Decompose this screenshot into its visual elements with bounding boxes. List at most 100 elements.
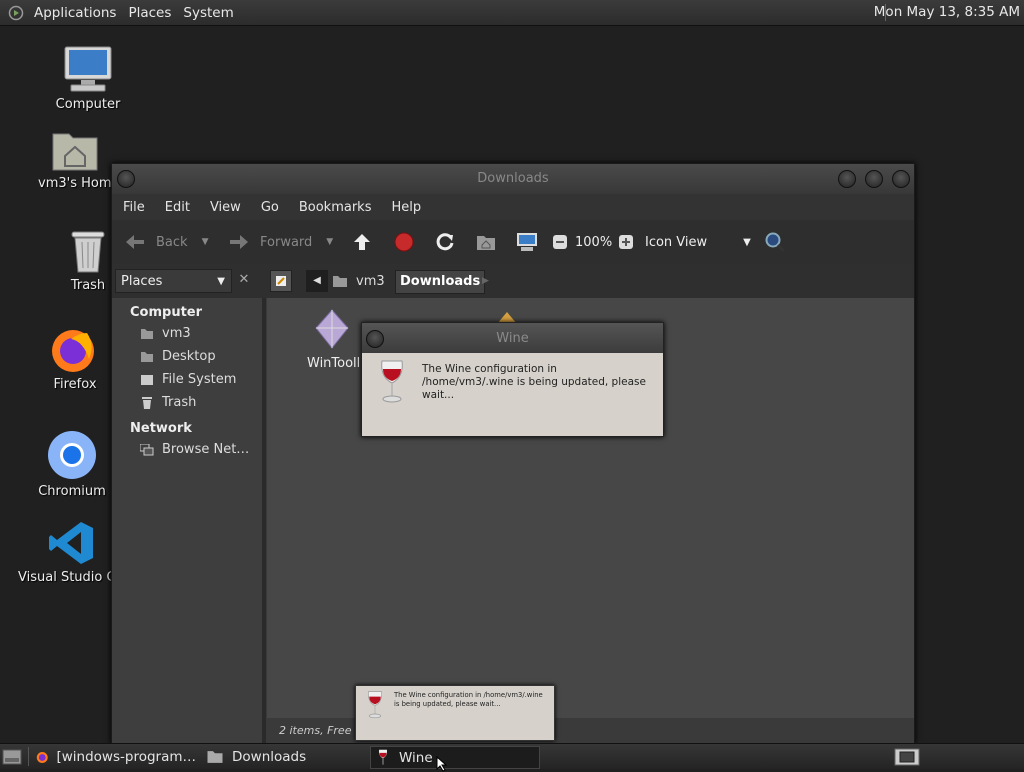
sidebar-item-file-system[interactable]: File System <box>112 368 262 391</box>
bottom-taskbar: [windows-program… Downloads Wine <box>0 743 1024 772</box>
reload-button[interactable] <box>435 220 455 264</box>
edit-pencil-icon <box>276 276 286 286</box>
close-button[interactable] <box>892 170 910 188</box>
menu-bookmarks[interactable]: Bookmarks <box>299 200 372 215</box>
places-sidebar: Computer vm3 Desktop File System Trash N… <box>112 298 266 744</box>
menu-go[interactable]: Go <box>261 200 279 215</box>
top-panel: Applications Places System Mon May 13, 8… <box>0 0 1024 26</box>
sidebar-item-desktop[interactable]: Desktop <box>112 345 262 368</box>
menu-file[interactable]: File <box>123 200 145 215</box>
zoom-out-button[interactable] <box>552 220 568 264</box>
task-label: [windows-program… <box>56 748 196 765</box>
window-titlebar[interactable]: Downloads <box>112 164 914 194</box>
sidebar-heading-computer: Computer <box>130 305 203 320</box>
desktop-icon-computer[interactable]: Computer <box>38 45 138 112</box>
firefox-icon <box>52 330 94 372</box>
breadcrumb-item-vm3[interactable]: vm3 <box>332 270 385 292</box>
menu-help[interactable]: Help <box>391 200 421 215</box>
up-button[interactable] <box>352 220 372 264</box>
up-arrow-icon <box>354 234 370 250</box>
gnome-foot-icon[interactable] <box>8 5 24 21</box>
menu-edit[interactable]: Edit <box>165 200 190 215</box>
task-button-downloads[interactable]: Downloads <box>206 746 366 767</box>
view-mode-label: Icon View <box>645 234 708 250</box>
sidebar-item-browse-network[interactable]: Browse Net… <box>112 438 262 461</box>
sidebar-heading-network: Network <box>130 421 192 436</box>
window-menu-button[interactable] <box>366 330 384 348</box>
forward-arrow-icon <box>230 235 248 249</box>
computer-icon <box>517 233 537 251</box>
chromium-icon <box>48 431 96 479</box>
desktop-icon-label: Firefox <box>53 377 97 392</box>
sidebar-item-trash[interactable]: Trash <box>112 391 262 414</box>
wine-glass-icon <box>381 360 403 403</box>
computer-button[interactable] <box>516 220 538 264</box>
task-preview-tooltip: The Wine configuration in /home/vm3/.win… <box>355 685 555 741</box>
breadcrumb-item-downloads[interactable]: Downloads <box>395 270 486 294</box>
home-folder-icon <box>52 133 98 171</box>
menu-view[interactable]: View <box>210 200 241 215</box>
firefox-icon <box>36 751 48 763</box>
breadcrumb-left-arrow[interactable]: ◀ <box>306 270 328 292</box>
trash-icon <box>142 396 152 409</box>
desktop-icon-label: Visual Studio Code <box>18 570 112 585</box>
zoom-in-icon <box>619 235 633 249</box>
desktop-icon-vscode[interactable]: Visual Studio Code <box>18 520 112 585</box>
forward-button[interactable]: Forward ▼ <box>228 220 333 264</box>
clock[interactable]: Mon May 13, 8:35 AM <box>874 4 1020 20</box>
view-mode-select[interactable]: Icon View ▼ <box>645 220 751 264</box>
chevron-down-icon: ▼ <box>743 236 751 248</box>
system-menu[interactable]: System <box>183 5 233 21</box>
desktop-icon-chromium[interactable]: Chromium <box>22 430 122 499</box>
back-button[interactable]: Back ▼ <box>124 220 208 264</box>
back-history-dropdown[interactable]: ▼ <box>202 237 209 247</box>
workspace-icon <box>894 748 920 765</box>
wine-dialog: Wine The Wine configuration in /home/vm3… <box>361 322 664 437</box>
home-icon <box>477 236 495 250</box>
toolbar: Back ▼ Forward ▼ 100% Icon View ▼ <box>112 220 914 265</box>
drive-icon <box>141 374 153 385</box>
sidebar-type-label: Places <box>121 273 163 289</box>
stop-button[interactable] <box>394 220 414 264</box>
window-menu-button[interactable] <box>117 170 135 188</box>
reload-icon <box>436 233 454 251</box>
zoom-out-icon <box>553 235 567 249</box>
forward-history-dropdown[interactable]: ▼ <box>326 237 333 247</box>
show-desktop-button[interactable] <box>2 746 24 767</box>
dialog-titlebar[interactable]: Wine <box>362 323 663 353</box>
home-button[interactable] <box>476 220 496 264</box>
zoom-level: 100% <box>575 234 613 250</box>
minimize-button[interactable] <box>838 170 856 188</box>
task-button-firefox[interactable]: [windows-program… <box>36 746 196 767</box>
search-button[interactable] <box>764 220 786 264</box>
breadcrumb-label: vm3 <box>356 273 385 289</box>
zoom-in-button[interactable] <box>618 220 634 264</box>
dialog-message: The Wine configuration in /home/vm3/.win… <box>422 363 646 401</box>
wine-glass-icon <box>378 749 388 765</box>
chevron-down-icon: ▼ <box>217 275 225 287</box>
home-folder-icon <box>333 276 347 287</box>
desktop-icon-firefox[interactable]: Firefox <box>38 325 112 392</box>
sidebar-item-label: Trash <box>162 395 197 410</box>
task-label: Wine <box>399 749 433 766</box>
sidebar-type-select[interactable]: Places ▼ <box>115 269 232 293</box>
task-button-wine[interactable]: Wine <box>370 746 540 769</box>
sidebar-item-label: vm3 <box>162 326 191 341</box>
workspace-switcher[interactable] <box>894 746 922 767</box>
sidebar-item-label: Browse Net… <box>162 442 250 457</box>
show-desktop-icon <box>2 749 22 764</box>
applications-menu[interactable]: Applications <box>34 5 116 21</box>
close-sidebar-button[interactable]: ✕ <box>234 269 254 291</box>
sidebar-item-vm3[interactable]: vm3 <box>112 322 262 345</box>
trash-icon <box>71 231 105 273</box>
breadcrumb-right-arrow[interactable]: ▶ <box>482 270 489 292</box>
desktop-icon-label: Chromium <box>38 484 106 499</box>
maximize-button[interactable] <box>865 170 883 188</box>
location-bar: Places ▼ ✕ ◀ vm3 Downloads ▶ <box>112 264 914 298</box>
places-menu[interactable]: Places <box>128 5 171 21</box>
desktop-icon-home[interactable]: vm3's Home <box>38 128 112 191</box>
vscode-icon <box>49 522 93 564</box>
computer-icon <box>64 46 112 92</box>
toggle-location-entry-button[interactable] <box>270 270 292 292</box>
desktop-icon-label: Computer <box>55 97 121 112</box>
